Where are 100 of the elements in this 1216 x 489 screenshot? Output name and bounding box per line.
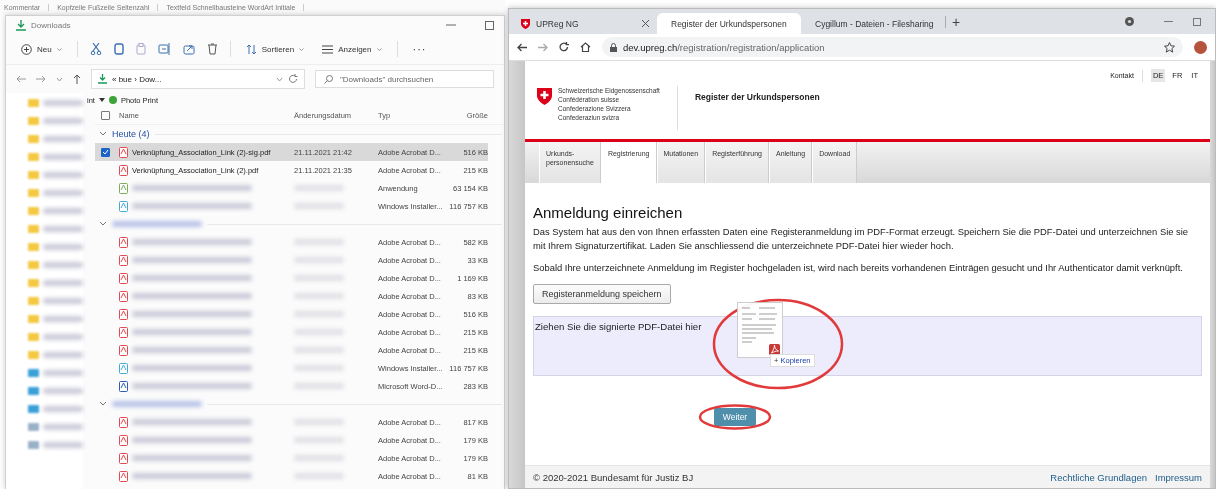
browser-tab[interactable]: UPReg NG	[513, 13, 657, 34]
folder-icon[interactable]	[28, 243, 39, 251]
paragraph: Das System hat aus den von Ihnen erfassten Daten eine Registeranmeldung im PDF-Format erzeugt. Speichern Sie die PDF-Datei und unterzeichnen Sie sie mit Ihrem Signaturzertifikat. Laden Sie anschliessend die unterzeichnete PDF-Datei hier wieder hoch.	[533, 225, 1190, 253]
sort-arrows-icon	[245, 43, 257, 55]
footer-link[interactable]: Impressum	[1155, 471, 1202, 483]
blurred-label	[43, 316, 83, 322]
chevron-icon[interactable]	[99, 131, 107, 137]
file-icon	[119, 470, 128, 482]
blurred-label	[43, 424, 83, 430]
search-icon	[324, 75, 333, 84]
blurred-label	[43, 154, 83, 160]
folder-icon[interactable]	[28, 351, 39, 359]
file-icon	[119, 434, 128, 446]
footer-link[interactable]: Rechtliche Grundlagen	[1050, 471, 1147, 483]
list-icon	[322, 44, 334, 54]
browser-tab[interactable]: Cygillum - Dateien - Filesharing	[801, 13, 945, 34]
folder-icon[interactable]	[28, 189, 39, 197]
address-field[interactable]: « bue › Dow...	[91, 69, 305, 89]
new-tab-button[interactable]: +	[945, 15, 967, 28]
file-icon	[119, 362, 128, 374]
star-icon[interactable]	[1164, 41, 1175, 53]
window-title: Downloads	[31, 20, 71, 30]
file-icon	[119, 380, 128, 392]
blurred-label	[43, 334, 83, 340]
scissors-icon[interactable]	[89, 43, 102, 55]
trash-icon[interactable]	[206, 43, 218, 55]
refresh-icon[interactable]	[288, 74, 298, 84]
rename-icon[interactable]	[157, 43, 171, 55]
caret-icon[interactable]	[98, 98, 105, 102]
blurred-label	[43, 442, 83, 448]
group-header[interactable]: Heute (4)	[112, 129, 150, 139]
page-heading: Anmeldung einreichen	[533, 204, 684, 221]
chevron-icon[interactable]	[99, 401, 107, 407]
file-icon	[119, 290, 128, 302]
paragraph: Sobald Ihre unterzeichnete Anmeldung im Register hochgeladen ist, wird nach bereits vorhandenen Einträgen gesucht und Ihr Authenticator damit verknüpft.	[533, 261, 1184, 275]
folder-icon[interactable]	[28, 405, 39, 413]
blurred-label	[43, 370, 83, 376]
folder-icon[interactable]	[28, 297, 39, 305]
file-icon	[119, 254, 128, 266]
maximize-icon[interactable]	[485, 20, 494, 30]
clipboard-icon[interactable]	[135, 43, 146, 55]
file-icon	[119, 344, 128, 356]
close-icon[interactable]	[642, 20, 649, 27]
maximize-icon[interactable]	[1193, 17, 1201, 26]
forward-arrow-icon[interactable]	[538, 42, 548, 52]
folder-icon[interactable]	[28, 423, 39, 431]
save-button[interactable]: Registeranmeldung speichern	[533, 284, 671, 304]
profile-icon[interactable]	[1125, 17, 1134, 26]
blurred-label	[43, 298, 83, 304]
folder-icon[interactable]	[28, 117, 39, 125]
chevron-down-icon[interactable]	[276, 76, 283, 82]
folder-icon[interactable]	[28, 387, 39, 395]
folder-icon[interactable]	[28, 333, 39, 341]
view-button[interactable]: Anzeigen	[319, 42, 385, 56]
blurred-label	[43, 208, 83, 214]
file-icon	[119, 416, 128, 428]
copyright-text: © 2020-2021 Bundesamt für Justiz BJ	[533, 471, 694, 483]
more-button[interactable]: ···	[409, 41, 430, 57]
checkbox[interactable]	[100, 147, 110, 157]
browser-tab[interactable]: Register der Urkundspersonen	[657, 13, 801, 34]
swiss-shield-icon	[537, 88, 552, 105]
reload-icon[interactable]	[559, 42, 569, 52]
folder-icon[interactable]	[28, 369, 39, 377]
blurred-label	[43, 118, 83, 124]
home-icon[interactable]	[580, 42, 591, 52]
folder-icon[interactable]	[28, 153, 39, 161]
forward-arrow-icon[interactable]	[36, 75, 46, 83]
blurred-label	[43, 136, 83, 142]
folder-icon[interactable]	[28, 207, 39, 215]
chevron-down-icon	[299, 47, 305, 51]
plus-circle-icon	[21, 43, 32, 55]
next-button[interactable]: Weiter	[713, 408, 757, 426]
file-icon	[119, 452, 128, 464]
folder-icon[interactable]	[28, 225, 39, 233]
folder-icon[interactable]	[28, 261, 39, 269]
copy-icon[interactable]	[113, 43, 124, 55]
new-button[interactable]: Neu	[18, 41, 65, 57]
folder-icon[interactable]	[28, 441, 39, 449]
file-icon	[119, 164, 128, 176]
folder-icon[interactable]	[28, 171, 39, 179]
shield-icon	[521, 18, 530, 29]
chevron-icon[interactable]	[99, 221, 107, 227]
folder-icon[interactable]	[28, 99, 39, 107]
select-all-checkbox[interactable]	[100, 111, 110, 120]
folder-icon[interactable]	[28, 279, 39, 287]
site-title: Register der Urkundspersonen	[694, 92, 820, 102]
search-field[interactable]: "Downloads" durchsuchen	[315, 70, 494, 88]
share-icon[interactable]	[182, 43, 195, 55]
drop-zone-text: Ziehen Sie die signierte PDF-Datei hier	[534, 320, 703, 332]
folder-icon[interactable]	[28, 315, 39, 323]
chevron-down-icon[interactable]	[56, 76, 63, 82]
up-arrow-icon[interactable]	[73, 74, 81, 84]
sort-button[interactable]: Sortieren	[242, 41, 308, 57]
back-arrow-icon[interactable]	[517, 42, 527, 52]
file-icon	[119, 272, 128, 284]
chevron-down-icon	[376, 47, 382, 51]
download-icon	[98, 74, 107, 84]
url-field[interactable]: dev.upreg.ch/registration/registration/application	[602, 37, 1183, 57]
folder-icon[interactable]	[28, 135, 39, 143]
avatar-icon[interactable]	[1194, 40, 1207, 54]
